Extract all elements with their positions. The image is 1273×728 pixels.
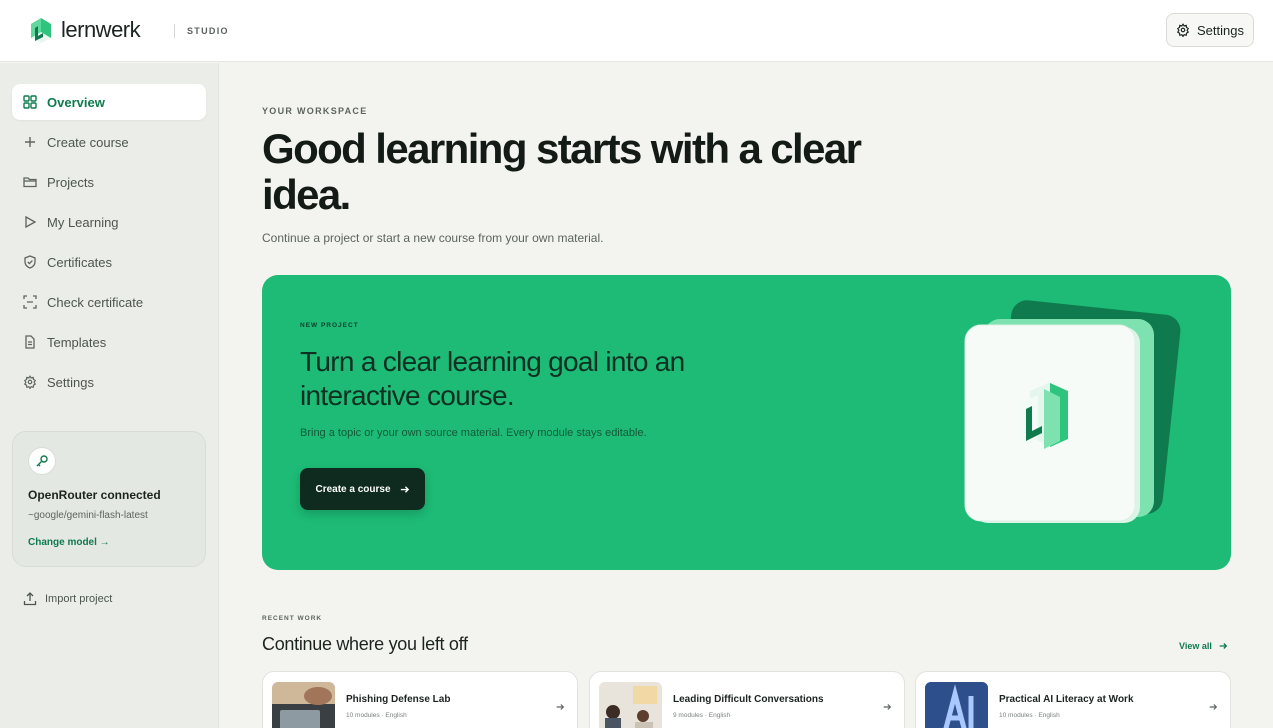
sidebar-item-overview[interactable]: Overview — [12, 84, 206, 120]
recent-eyebrow: RECENT WORK — [262, 615, 323, 622]
sidebar-item-label: My Learning — [47, 214, 119, 230]
shield-check-icon — [24, 255, 36, 269]
provider-model: ~google/gemini-flash-latest — [28, 510, 148, 521]
project-thumbnail — [925, 682, 988, 728]
plus-icon — [25, 137, 35, 147]
sidebar-item-label: Certificates — [47, 254, 113, 270]
new-project-hero: NEW PROJECT Turn a clear learning goal i… — [262, 275, 1231, 570]
arrow-right-icon — [1209, 704, 1218, 710]
create-course-button[interactable]: Create a course — [300, 468, 425, 510]
gear-icon — [1176, 23, 1190, 37]
key-icon — [28, 447, 56, 475]
import-project-button[interactable]: Import project — [23, 592, 112, 606]
page-subtitle: Continue a project or start a new course… — [262, 231, 604, 245]
project-card[interactable]: Leading Difficult Conversations 9 module… — [589, 671, 905, 728]
project-card[interactable]: Practical AI Literacy at Work 10 modules… — [915, 671, 1231, 728]
play-icon — [25, 215, 37, 229]
project-thumbnail — [599, 682, 662, 728]
logo[interactable]: lernwerk — [29, 16, 141, 44]
sidebar-item-label: Projects — [47, 174, 94, 190]
create-course-label: Create a course — [315, 483, 391, 495]
project-title: Leading Difficult Conversations — [673, 694, 824, 705]
sidebar-item-label: Check certificate — [47, 294, 144, 310]
sidebar-item-templates[interactable]: Templates — [12, 324, 206, 360]
top-bar: lernwerk STUDIO Settings — [0, 0, 1273, 62]
studio-label: STUDIO — [187, 26, 229, 36]
import-project-label: Import project — [45, 593, 113, 605]
page-title: Good learning starts with a clear idea. — [262, 125, 862, 218]
sidebar-item-label: Templates — [47, 334, 107, 350]
upload-icon — [23, 592, 37, 606]
header-settings-label: Settings — [1197, 22, 1244, 38]
hero-title: Turn a clear learning goal into an inter… — [300, 346, 685, 411]
sidebar-item-label: Overview — [47, 94, 105, 110]
arrow-right-icon — [400, 485, 409, 493]
logo-wordmark: lernwerk — [61, 17, 141, 42]
sidebar-item-label: Create course — [47, 134, 129, 150]
scan-icon — [23, 295, 37, 309]
project-card[interactable]: Phishing Defense Lab 10 modules · Englis… — [262, 671, 578, 728]
document-icon — [25, 335, 35, 349]
arrow-right-icon — [1219, 643, 1228, 649]
sidebar-item-settings[interactable]: Settings — [12, 364, 206, 400]
logo-icon — [31, 18, 51, 43]
view-all-link[interactable]: View all — [1179, 641, 1228, 651]
sidebar-item-label: Settings — [47, 374, 94, 390]
gear-icon — [23, 375, 37, 389]
sidebar: Overview Create course Projects My Learn… — [0, 63, 219, 728]
arrow-right-icon — [883, 704, 892, 710]
project-meta: 10 modules · English — [346, 712, 407, 719]
provider-title: OpenRouter connected — [28, 488, 161, 502]
recent-title: Continue where you left off — [262, 634, 468, 654]
hero-subtitle: Bring a topic or your own source materia… — [300, 427, 647, 439]
sidebar-item-certificates[interactable]: Certificates — [12, 244, 206, 280]
logo-divider — [174, 24, 175, 38]
folder-icon — [23, 177, 37, 188]
grid-icon — [23, 95, 37, 109]
project-meta: 9 modules · English — [673, 712, 731, 719]
hero-eyebrow: NEW PROJECT — [300, 322, 359, 329]
sidebar-item-my-learning[interactable]: My Learning — [12, 204, 206, 240]
sidebar-item-check-certificate[interactable]: Check certificate — [12, 284, 206, 320]
change-model-link[interactable]: Change model → — [28, 537, 110, 548]
provider-card: OpenRouter connected ~google/gemini-flas… — [12, 431, 206, 567]
project-title: Practical AI Literacy at Work — [999, 694, 1134, 705]
workspace-eyebrow: YOUR WORKSPACE — [262, 106, 368, 116]
sidebar-item-projects[interactable]: Projects — [12, 164, 206, 200]
project-meta: 10 modules · English — [999, 712, 1060, 719]
stacked-cards-illustration — [964, 300, 1181, 523]
sidebar-item-create-course[interactable]: Create course — [12, 124, 206, 160]
header-settings-button[interactable]: Settings — [1166, 13, 1254, 47]
arrow-right-icon — [556, 704, 565, 710]
project-thumbnail — [272, 682, 335, 728]
view-all-label: View all — [1179, 641, 1212, 651]
project-title: Phishing Defense Lab — [346, 694, 451, 705]
